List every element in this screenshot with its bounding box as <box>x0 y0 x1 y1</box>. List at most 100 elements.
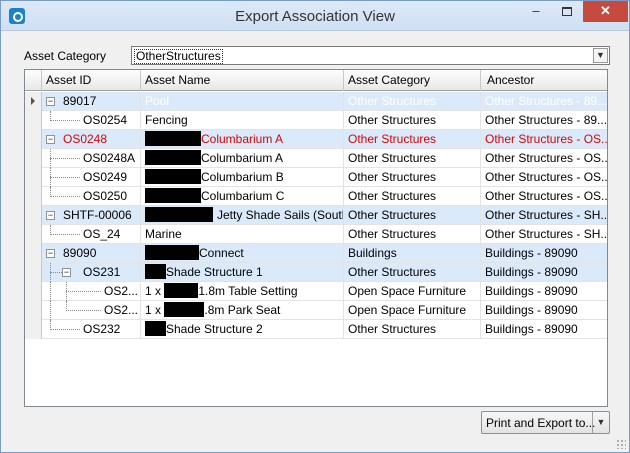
asset-id-cell[interactable]: −89017 <box>42 92 141 111</box>
ancestor-cell[interactable]: Other Structures - SH... <box>481 225 607 244</box>
asset-name-cell[interactable]: Columbarium C <box>141 187 344 206</box>
asset-id-cell[interactable]: OS2... <box>42 301 141 320</box>
asset-category-select[interactable]: OtherStructures ▼ <box>131 46 610 65</box>
asset-category-cell[interactable]: Open Space Furniture <box>344 282 481 301</box>
table-row[interactable]: OS2... 1 x 1.8m Table Setting Open Space F… <box>25 282 607 301</box>
asset-name-cell[interactable]: Columbarium A <box>141 149 344 168</box>
ancestor-cell[interactable]: Other Structures - SH... <box>481 206 607 225</box>
ancestor-cell[interactable]: Buildings - 89090 <box>481 244 607 263</box>
column-header-ancestor[interactable]: Ancestor <box>481 70 607 91</box>
ancestor-cell[interactable]: Buildings - 89090 <box>481 282 607 301</box>
asset-category-cell[interactable]: Other Structures <box>344 206 481 225</box>
row-selector[interactable] <box>25 320 42 339</box>
minimize-button[interactable]: – <box>522 1 550 22</box>
asset-category-cell[interactable]: Open Space Furniture <box>344 301 481 320</box>
ancestor-cell[interactable]: Other Structures - OS... <box>481 187 607 206</box>
tree-connector <box>50 158 80 159</box>
ancestor-cell[interactable]: Other Structures - OS... <box>481 130 607 149</box>
row-selector[interactable] <box>25 130 42 149</box>
asset-category-cell[interactable]: Other Structures <box>344 92 481 111</box>
table-row[interactable]: OS_24 Marine Other Structures Other Structu… <box>25 225 607 244</box>
collapse-icon[interactable]: − <box>46 135 55 144</box>
row-selector[interactable] <box>25 206 42 225</box>
table-row[interactable]: OS0249 Columbarium B Other Structures Other… <box>25 168 607 187</box>
asset-id-cell[interactable]: OS0248A <box>42 149 141 168</box>
asset-name-cell[interactable]: 1 x .8m Park Seat <box>141 301 344 320</box>
association-grid[interactable]: Asset ID Asset Name Asset Category Ances… <box>24 69 608 407</box>
resize-grip-icon[interactable] <box>616 439 626 449</box>
row-selector[interactable] <box>25 225 42 244</box>
table-row[interactable]: OS232 Shade Structure 2 Other Structures Bu… <box>25 320 607 339</box>
asset-id-cell[interactable]: OS0249 <box>42 168 141 187</box>
row-selector[interactable] <box>25 301 42 320</box>
asset-category-cell[interactable]: Buildings <box>344 244 481 263</box>
asset-category-cell[interactable]: Other Structures <box>344 263 481 282</box>
print-export-button[interactable]: Print and Export to... ▼ <box>481 411 610 434</box>
asset-name-cell[interactable]: Marine <box>141 225 344 244</box>
collapse-icon[interactable]: − <box>46 211 55 220</box>
chevron-down-icon[interactable]: ▼ <box>592 412 609 433</box>
asset-id-cell[interactable]: −89090 <box>42 244 141 263</box>
asset-id-cell[interactable]: OS0250 <box>42 187 141 206</box>
asset-name-cell[interactable]: Shade Structure 1 <box>141 263 344 282</box>
asset-id-cell[interactable]: OS232 <box>42 320 141 339</box>
row-selector[interactable] <box>25 92 42 111</box>
column-header-asset-id[interactable]: Asset ID <box>42 70 141 91</box>
collapse-icon[interactable]: − <box>62 268 71 277</box>
asset-name-cell[interactable]: Columbarium A <box>141 130 344 149</box>
table-row[interactable]: OS0248A Columbarium A Other Structures Othe… <box>25 149 607 168</box>
asset-name-cell[interactable]: Fencing <box>141 111 344 130</box>
table-row[interactable]: − OS0248 Columbarium A Other Structures Othe… <box>25 130 607 149</box>
asset-name-cell[interactable]: Columbarium B <box>141 168 344 187</box>
asset-name-cell[interactable]: Jetty Shade Sails (South) <box>141 206 344 225</box>
maximize-button[interactable] <box>553 1 581 22</box>
column-header-asset-name[interactable]: Asset Name <box>141 70 344 91</box>
column-header-asset-category[interactable]: Asset Category <box>344 70 481 91</box>
asset-category-label: Asset Category <box>24 49 107 63</box>
ancestor-cell[interactable]: Buildings - 89090 <box>481 301 607 320</box>
asset-id-cell[interactable]: OS_24 <box>42 225 141 244</box>
ancestor-cell[interactable]: Buildings - 89090 <box>481 320 607 339</box>
asset-id-cell[interactable]: − OS231 <box>42 263 141 282</box>
row-selector[interactable] <box>25 168 42 187</box>
table-row[interactable]: −89017 Pool Other Structures Other Structur… <box>25 92 607 111</box>
asset-category-cell[interactable]: Other Structures <box>344 149 481 168</box>
asset-category-cell[interactable]: Other Structures <box>344 130 481 149</box>
table-row[interactable]: OS0254 Fencing Other Structures Other Struc… <box>25 111 607 130</box>
title-bar[interactable]: Export Association View – ✕ <box>1 1 629 31</box>
row-selector[interactable] <box>25 263 42 282</box>
asset-id-cell[interactable]: − SHTF-00006 <box>42 206 141 225</box>
asset-id-cell[interactable]: − OS0248 <box>42 130 141 149</box>
asset-category-cell[interactable]: Other Structures <box>344 225 481 244</box>
collapse-icon[interactable]: − <box>46 249 55 258</box>
ancestor-cell[interactable]: Other Structures - 89... <box>481 111 607 130</box>
row-selector[interactable] <box>25 149 42 168</box>
ancestor-cell[interactable]: Other Structures - 89... <box>481 92 607 111</box>
asset-name-cell[interactable]: Shade Structure 2 <box>141 320 344 339</box>
asset-id-cell[interactable]: OS2... <box>42 282 141 301</box>
close-button[interactable]: ✕ <box>583 1 628 22</box>
ancestor-cell[interactable]: Buildings - 89090 <box>481 263 607 282</box>
table-row[interactable]: OS2... 1 x .8m Park Seat Open Space Furnit… <box>25 301 607 320</box>
table-row[interactable]: −89090 Connect Buildings Buildings - 89090 <box>25 244 607 263</box>
table-row[interactable]: − OS231 Shade Structure 1 Other Structures B… <box>25 263 607 282</box>
ancestor-cell[interactable]: Other Structures - OS... <box>481 149 607 168</box>
row-selector[interactable] <box>25 244 42 263</box>
asset-category-cell[interactable]: Other Structures <box>344 111 481 130</box>
row-selector[interactable] <box>25 282 42 301</box>
asset-id-cell[interactable]: OS0254 <box>42 111 141 130</box>
asset-category-cell[interactable]: Other Structures <box>344 320 481 339</box>
asset-category-cell[interactable]: Other Structures <box>344 187 481 206</box>
table-row[interactable]: − SHTF-00006 Jetty Shade Sails (South) Othe… <box>25 206 607 225</box>
asset-name-cell[interactable]: 1 x 1.8m Table Setting <box>141 282 344 301</box>
table-row[interactable]: OS0250 Columbarium C Other Structures Other… <box>25 187 607 206</box>
current-row-icon <box>31 97 35 105</box>
collapse-icon[interactable]: − <box>46 97 55 106</box>
chevron-down-icon[interactable]: ▼ <box>593 48 608 63</box>
asset-category-cell[interactable]: Other Structures <box>344 168 481 187</box>
asset-name-cell[interactable]: Pool <box>141 92 344 111</box>
ancestor-cell[interactable]: Other Structures - OS... <box>481 168 607 187</box>
row-selector[interactable] <box>25 187 42 206</box>
asset-name-cell[interactable]: Connect <box>141 244 344 263</box>
row-selector[interactable] <box>25 111 42 130</box>
